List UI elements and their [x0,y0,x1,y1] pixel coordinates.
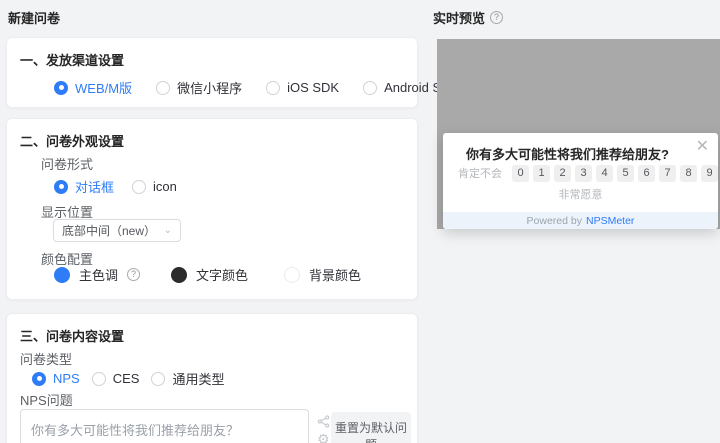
nps-score-8[interactable]: 8 [680,164,697,182]
preview-question-text: 你有多大可能性将我们推荐给朋友? [466,147,669,162]
nps-score-7[interactable]: 7 [659,164,676,182]
scale-high-label: 非常愿意 [558,189,603,201]
nps-scale-row: 肯定不会 0 1 2 3 4 5 6 7 8 9 10 [458,163,720,183]
color-swatch-primary[interactable]: 主色调 ? [54,265,171,284]
share-icon[interactable] [317,415,330,428]
radio-icon [156,80,171,95]
radio-dialog[interactable]: 对话框 [54,177,114,196]
radio-label: 对话框 [75,180,115,195]
nps-score-3[interactable]: 3 [575,164,592,182]
color-swatch-text[interactable]: 文字颜色 [171,265,284,284]
chevron-down-icon: ⌄ [163,224,172,236]
radio-nps[interactable]: NPS [32,371,80,386]
section-title-channel: 一、发放渠道设置 [20,53,125,68]
close-icon[interactable]: ✕ [696,139,709,155]
channel-radio-group: WEB/M版 微信小程序 iOS SDK Android SDK [54,78,459,97]
nps-preview-card: 你有多大可能性将我们推荐给朋友? ✕ 肯定不会 0 1 2 3 4 5 6 7 … [443,133,718,229]
radio-label: CES [112,371,140,386]
radio-icon [54,179,68,194]
swatch-label: 主色调 [79,268,119,283]
radio-label: iOS SDK [287,80,340,95]
radio-icon [266,80,281,95]
swatch-label: 背景颜色 [309,268,362,283]
radio-icon [32,371,46,386]
color-swatch-background[interactable]: 背景颜色 [284,265,361,284]
radio-icon [132,179,147,194]
page-title: 新建问卷 [8,11,61,26]
preview-footer: Powered by NPSMeter [443,212,718,229]
channel-settings-card: 一、发放渠道设置 WEB/M版 微信小程序 iOS SDK Android SD… [6,37,459,108]
nps-score-1[interactable]: 1 [533,164,550,182]
appearance-settings-card: 二、问卷外观设置 问卷形式 对话框 icon 显示位置 底部中间（new） ⌄ … [6,118,418,300]
scale-low-label: 肯定不会 [458,168,502,180]
nps-question-input[interactable]: 你有多大可能性将我们推荐给朋友？ [20,409,309,443]
nps-score-0[interactable]: 0 [512,164,529,182]
text-color-swatch-icon [171,266,187,283]
radio-icon-style[interactable]: icon [132,179,177,194]
primary-color-swatch-icon [54,266,70,283]
section-title-appearance: 二、问卷外观设置 [20,134,125,149]
reset-default-question-button[interactable]: 重置为默认问题 [331,412,411,443]
position-select[interactable]: 底部中间（new） ⌄ [53,219,181,242]
form-style-label: 问卷形式 [41,157,94,172]
radio-label: 通用类型 [172,372,225,387]
radio-ios-sdk[interactable]: iOS SDK [266,80,339,95]
live-preview-title: 实时预览 ? [433,8,504,27]
radio-web-m[interactable]: WEB/M版 [54,78,132,97]
form-style-radio-group: 对话框 icon [54,177,177,196]
live-preview-label: 实时预览 [433,11,486,26]
radio-ces[interactable]: CES [91,371,140,386]
gear-icon[interactable]: ⚙ [317,432,330,443]
radio-icon [54,80,68,95]
nps-question-label: NPS问题 [20,393,73,408]
npsmeter-brand-link[interactable]: NPSMeter [586,215,634,227]
background-color-swatch-icon [284,266,300,283]
question-mark-icon[interactable]: ? [127,268,141,281]
radio-icon [151,371,166,386]
powered-by-label: Powered by [526,214,582,227]
radio-label: WEB/M版 [75,81,133,96]
content-settings-card: 三、问卷内容设置 问卷类型 NPS CES 通用类型 NPS问题 你有多大可能性… [6,313,418,443]
radio-label: NPS [53,371,80,386]
position-select-value: 底部中间（new） [62,224,157,238]
nps-score-9[interactable]: 9 [701,164,718,182]
nps-score-2[interactable]: 2 [554,164,571,182]
question-mark-icon[interactable]: ? [490,11,504,24]
section-title-content: 三、问卷内容设置 [20,329,125,344]
color-swatch-row: 主色调 ? 文字颜色 背景颜色 [54,265,361,284]
radio-wechat-miniprogram[interactable]: 微信小程序 [156,78,242,97]
nps-score-6[interactable]: 6 [638,164,655,182]
nps-score-5[interactable]: 5 [617,164,634,182]
swatch-label: 文字颜色 [196,268,249,283]
radio-icon [91,371,106,386]
survey-type-label: 问卷类型 [20,352,73,367]
nps-score-4[interactable]: 4 [596,164,613,182]
radio-label: 微信小程序 [177,81,243,96]
radio-generic-type[interactable]: 通用类型 [151,369,224,388]
radio-icon [363,80,378,95]
survey-type-radio-group: NPS CES 通用类型 [32,369,224,388]
radio-label: icon [153,179,177,194]
